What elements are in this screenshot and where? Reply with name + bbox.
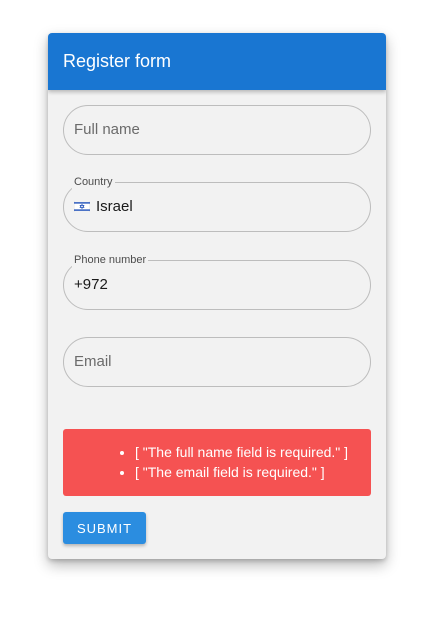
form-title: Register form [48, 33, 386, 90]
register-form-card: Register form Full name Country Israel P… [48, 33, 386, 559]
error-alert: [ "The full name field is required." ] [… [63, 429, 371, 496]
error-item-email: [ "The email field is required." ] [135, 462, 371, 482]
country-value: Israel [74, 198, 133, 215]
error-item-full-name: [ "The full name field is required." ] [135, 442, 371, 462]
phone-number-value: +972 [74, 276, 108, 293]
full-name-field[interactable]: Full name [63, 105, 371, 155]
phone-number-field[interactable]: Phone number +972 [63, 254, 371, 310]
country-select[interactable]: Country Israel [63, 176, 371, 232]
country-label: Country [72, 176, 115, 189]
full-name-placeholder: Full name [74, 121, 140, 138]
phone-number-label: Phone number [72, 254, 149, 267]
email-field[interactable]: Email [63, 337, 371, 387]
country-value-text: Israel [96, 198, 133, 215]
submit-button[interactable]: SUBMIT [63, 512, 146, 544]
error-list: [ "The full name field is required." ] [… [63, 442, 371, 482]
email-placeholder: Email [74, 353, 112, 370]
israel-flag-icon [74, 201, 90, 212]
